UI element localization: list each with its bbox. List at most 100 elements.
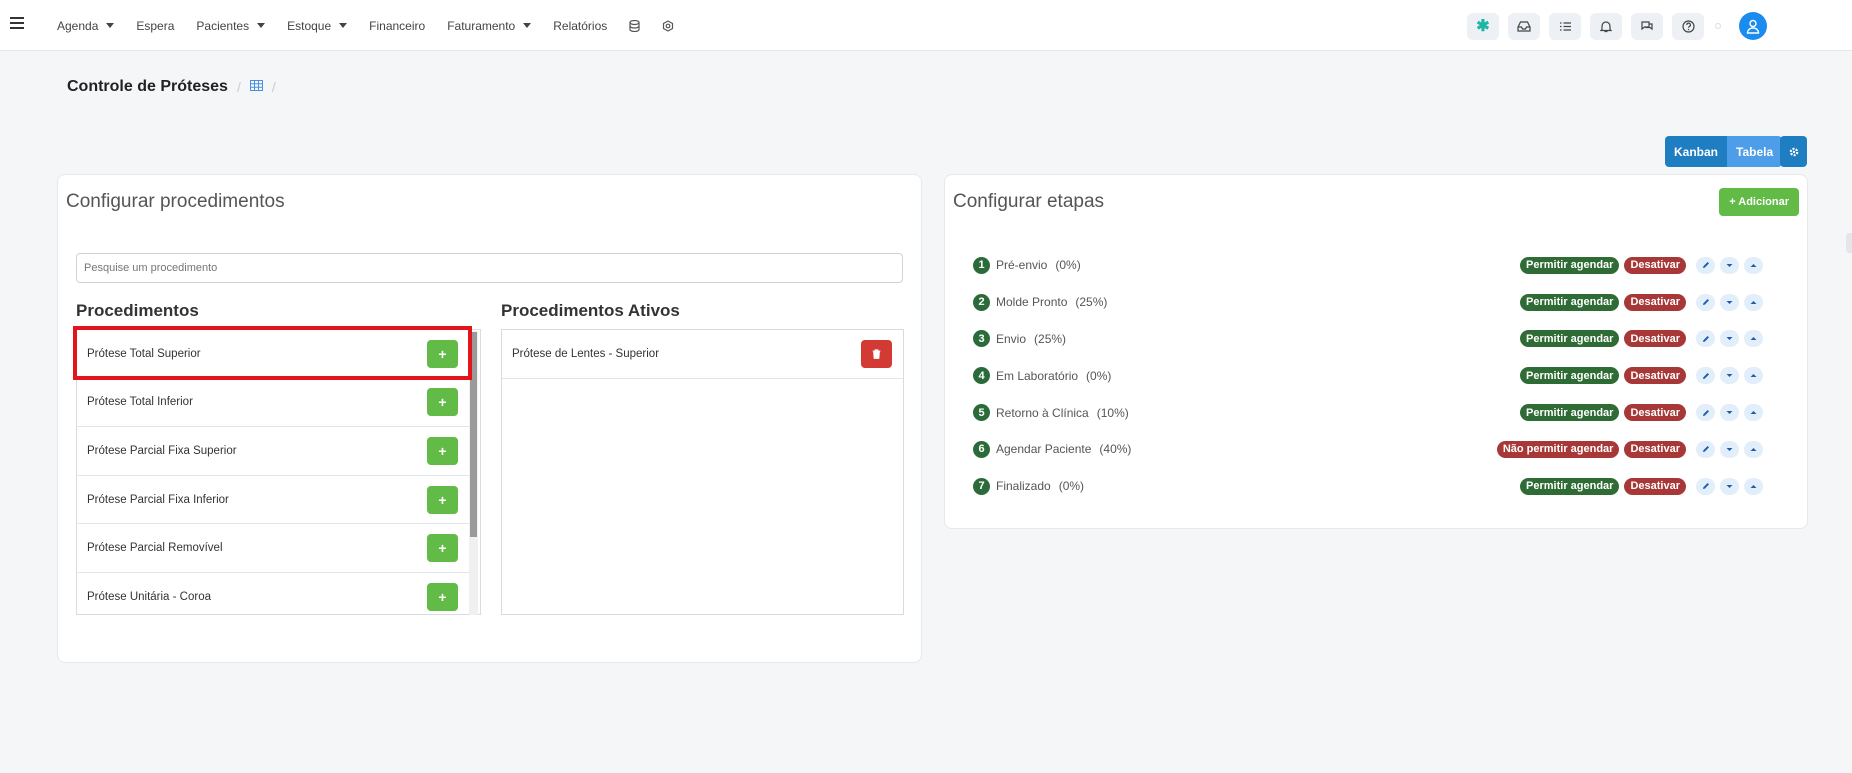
procedures-list-title: Procedimentos [76, 301, 199, 320]
asterisk-icon[interactable]: ✱ [1467, 12, 1499, 40]
deactivate-button[interactable]: Desativar [1624, 404, 1686, 422]
procedure-name: Prótese Parcial Fixa Superior [87, 444, 237, 457]
tabela-button[interactable]: Tabela [1727, 136, 1783, 167]
move-down-icon[interactable] [1720, 330, 1739, 348]
edit-icon[interactable] [1696, 477, 1715, 495]
move-up-icon[interactable] [1744, 477, 1763, 495]
move-up-icon[interactable] [1744, 404, 1763, 422]
nav-estoque[interactable]: Estoque [287, 19, 348, 33]
list-item: Prótese de Lentes - Superior [502, 330, 903, 379]
selection-highlight [73, 326, 472, 380]
list-item: Prótese Unitária - Coroa + [77, 573, 469, 614]
list-item: Prótese Total Inferior + [77, 379, 469, 428]
deactivate-button[interactable]: Desativar [1624, 477, 1686, 495]
nav-label: Pacientes [196, 18, 250, 33]
chat-icon[interactable] [1631, 12, 1663, 40]
move-down-icon[interactable] [1720, 293, 1739, 311]
procedure-name: Prótese Total Inferior [87, 396, 193, 409]
gear-icon[interactable] [1780, 136, 1807, 167]
nav-relatorios[interactable]: Relatórios [553, 19, 607, 33]
move-down-icon[interactable] [1720, 477, 1739, 495]
side-tab[interactable] [1846, 233, 1852, 253]
stage-percent: (10%) [1096, 405, 1129, 420]
nav-espera[interactable]: Espera [136, 19, 174, 33]
stage-number: 5 [973, 404, 990, 422]
move-down-icon[interactable] [1720, 440, 1739, 458]
add-procedure-button[interactable]: + [427, 582, 458, 611]
add-procedure-button[interactable]: + [427, 485, 458, 514]
add-stage-button[interactable]: + Adicionar [1719, 188, 1799, 216]
move-down-icon[interactable] [1720, 256, 1739, 274]
permit-schedule-toggle[interactable]: Permitir agendar [1520, 330, 1620, 348]
menu-icon[interactable] [10, 17, 24, 29]
edit-icon[interactable] [1696, 256, 1715, 274]
stage-percent: (40%) [1099, 442, 1132, 457]
stage-percent: (0%) [1058, 479, 1085, 494]
header-actions: ✱ [1467, 12, 1767, 40]
nav-faturamento[interactable]: Faturamento [447, 18, 532, 33]
move-up-icon[interactable] [1744, 293, 1763, 311]
database-icon[interactable] [629, 19, 640, 32]
move-up-icon[interactable] [1744, 367, 1763, 385]
edit-icon[interactable] [1696, 330, 1715, 348]
stage-number: 2 [973, 293, 990, 311]
stage-actions: Permitir agendar Desativar [1520, 330, 1763, 348]
user-avatar-icon[interactable] [1739, 12, 1767, 40]
permit-schedule-toggle[interactable]: Permitir agendar [1520, 293, 1620, 311]
checklist-icon[interactable] [1549, 12, 1581, 40]
move-down-icon[interactable] [1720, 367, 1739, 385]
stage-percent: (0%) [1086, 368, 1112, 383]
permit-schedule-toggle[interactable]: Permitir agendar [1520, 404, 1620, 422]
edit-icon[interactable] [1696, 293, 1715, 311]
edit-icon[interactable] [1696, 367, 1715, 385]
stage-row: 6 Agendar Paciente (40%) Não permitir agend… [973, 431, 1789, 468]
settings-icon[interactable] [662, 19, 674, 32]
caret-down-icon [339, 23, 348, 28]
deactivate-button[interactable]: Desativar [1624, 367, 1686, 385]
permit-schedule-toggle[interactable]: Não permitir agendar [1496, 440, 1620, 458]
procedures-card-title: Configurar procedimentos [66, 191, 285, 212]
deactivate-button[interactable]: Desativar [1624, 256, 1686, 274]
help-icon[interactable] [1672, 12, 1704, 40]
inbox-icon[interactable] [1508, 12, 1540, 40]
nav-pacientes[interactable]: Pacientes [196, 18, 266, 33]
deactivate-button[interactable]: Desativar [1624, 330, 1686, 348]
stage-percent: (25%) [1034, 331, 1067, 346]
move-up-icon[interactable] [1744, 256, 1763, 274]
edit-icon[interactable] [1696, 404, 1715, 422]
stages-card: Configurar etapas + Adicionar 1 Pré-envio… [944, 174, 1808, 529]
add-procedure-button[interactable]: + [427, 534, 458, 563]
list-item: Prótese Parcial Fixa Superior + [77, 427, 469, 476]
bell-icon[interactable] [1590, 12, 1622, 40]
stage-actions: Não permitir agendar Desativar [1496, 440, 1763, 458]
move-down-icon[interactable] [1720, 404, 1739, 422]
procedure-search-input[interactable] [76, 253, 903, 283]
permit-schedule-toggle[interactable]: Permitir agendar [1520, 477, 1620, 495]
deactivate-button[interactable]: Desativar [1624, 293, 1686, 311]
kanban-button[interactable]: Kanban [1665, 136, 1728, 167]
stage-row: 3 Envio (25%) Permitir agendar Desativar [973, 321, 1789, 358]
view-toggle: Kanban Tabela [1665, 136, 1783, 167]
delete-procedure-button[interactable] [861, 339, 892, 368]
procedure-name: Prótese Unitária - Coroa [87, 590, 211, 603]
stage-actions: Permitir agendar Desativar [1520, 367, 1763, 385]
stage-name: Envio [996, 331, 1027, 346]
stage-name: Molde Pronto [996, 295, 1068, 310]
move-up-icon[interactable] [1744, 440, 1763, 458]
status-dot [1713, 13, 1723, 40]
permit-schedule-toggle[interactable]: Permitir agendar [1520, 256, 1620, 274]
stage-row: 4 Em Laboratório (0%) Permitir agendar Desat… [973, 357, 1789, 394]
move-up-icon[interactable] [1744, 330, 1763, 348]
list-item: Prótese Parcial Removível + [77, 524, 469, 573]
permit-schedule-toggle[interactable]: Permitir agendar [1520, 367, 1620, 385]
nav-agenda[interactable]: Agenda [57, 19, 115, 33]
nav-label: Faturamento [447, 18, 516, 33]
active-procedures-title: Procedimentos Ativos [501, 301, 680, 320]
add-procedure-button[interactable]: + [427, 388, 458, 417]
deactivate-button[interactable]: Desativar [1624, 440, 1686, 458]
edit-icon[interactable] [1696, 440, 1715, 458]
table-grid-icon[interactable] [249, 78, 263, 96]
nav-financeiro[interactable]: Financeiro [369, 19, 425, 33]
add-procedure-button[interactable]: + [427, 436, 458, 465]
procedures-card: Configurar procedimentos Procedimentos P… [57, 174, 922, 663]
